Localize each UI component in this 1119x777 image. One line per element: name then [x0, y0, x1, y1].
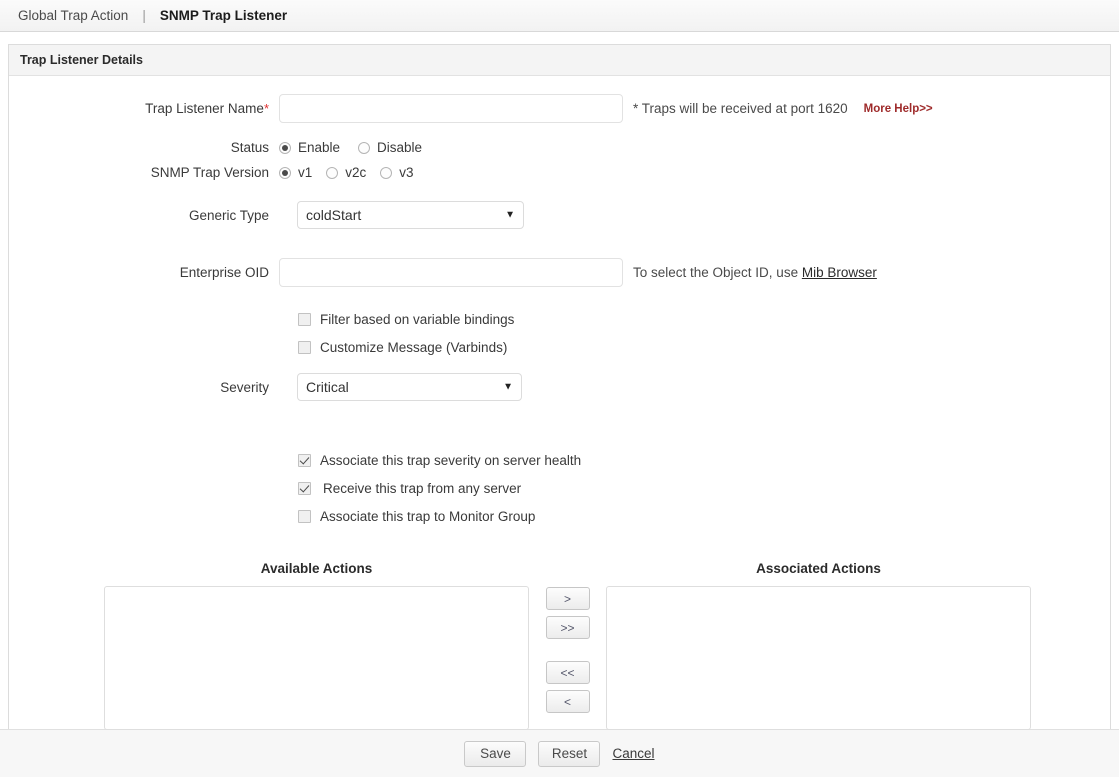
port-hint-text: * Traps will be received at port 1620 [633, 101, 848, 116]
associated-actions-listbox[interactable] [606, 586, 1031, 730]
required-asterisk: * [264, 101, 269, 116]
associated-actions-column: Associated Actions [606, 561, 1031, 730]
breadcrumb-parent-link[interactable]: Global Trap Action [18, 8, 128, 23]
breadcrumb: Global Trap Action | SNMP Trap Listener [0, 0, 1119, 32]
trap-listener-details-panel: Trap Listener Details Trap Listener Name… [8, 44, 1111, 729]
radio-enable-icon[interactable] [279, 142, 291, 154]
snmp-version-radio-group: v1 v2c v3 [279, 165, 414, 180]
enterprise-oid-label: Enterprise OID [9, 265, 279, 280]
filter-varbinds-checkbox[interactable] [298, 313, 311, 326]
associate-monitor-group-label: Associate this trap to Monitor Group [320, 509, 535, 524]
severity-select-wrap: Critical ▼ [297, 373, 522, 401]
available-actions-column: Available Actions [104, 561, 529, 730]
radio-v3-icon[interactable] [380, 167, 392, 179]
mib-hint-prefix: To select the Object ID, use [633, 265, 802, 280]
enterprise-oid-field-group: To select the Object ID, use Mib Browser [279, 258, 877, 287]
generic-type-select-wrap: coldStart ▼ [297, 201, 524, 229]
row-severity: Severity Critical ▼ [9, 373, 1110, 401]
row-enterprise-oid: Enterprise OID To select the Object ID, … [9, 258, 1110, 287]
row-filter-varbinds: Filter based on variable bindings [9, 312, 1110, 327]
snmp-trap-version-label: SNMP Trap Version [9, 165, 279, 180]
receive-any-server-checkbox[interactable] [298, 482, 311, 495]
associate-severity-health-checkbox-row[interactable]: Associate this trap severity on server h… [298, 453, 581, 468]
customize-message-checkbox[interactable] [298, 341, 311, 354]
trap-listener-name-label-text: Trap Listener Name [145, 101, 264, 116]
generic-type-select[interactable]: coldStart [297, 201, 524, 229]
available-actions-title: Available Actions [104, 561, 529, 576]
row-associate-severity-health: Associate this trap severity on server h… [9, 453, 1110, 468]
breadcrumb-separator: | [142, 8, 146, 23]
status-disable-label: Disable [377, 140, 422, 155]
row-status: Status Enable Disable [9, 140, 1110, 155]
status-radio-disable[interactable]: Disable [358, 140, 422, 155]
associated-actions-title: Associated Actions [606, 561, 1031, 576]
associate-severity-health-checkbox[interactable] [298, 454, 311, 467]
transfer-buttons: > >> << < [529, 561, 606, 713]
row-snmp-trap-version: SNMP Trap Version v1 v2c v3 [9, 165, 1110, 180]
associate-severity-health-label: Associate this trap severity on server h… [320, 453, 581, 468]
row-generic-type: Generic Type coldStart ▼ [9, 201, 1110, 229]
move-all-left-button[interactable]: << [546, 661, 590, 684]
severity-field-group: Critical ▼ [297, 373, 522, 401]
customize-message-checkbox-row[interactable]: Customize Message (Varbinds) [298, 340, 507, 355]
panel-spacer [0, 32, 1119, 44]
filter-varbinds-label: Filter based on variable bindings [320, 312, 514, 327]
panel-header: Trap Listener Details [9, 45, 1110, 76]
generic-type-field-group: coldStart ▼ [297, 201, 524, 229]
mib-hint-text: To select the Object ID, use Mib Browser [633, 265, 877, 280]
receive-any-server-label: Receive this trap from any server [323, 481, 521, 496]
trap-listener-name-input[interactable] [279, 94, 623, 123]
version-v2c-label: v2c [345, 165, 366, 180]
more-help-link[interactable]: More Help>> [864, 103, 933, 115]
severity-label: Severity [9, 380, 279, 395]
available-actions-listbox[interactable] [104, 586, 529, 730]
trap-listener-name-label: Trap Listener Name* [9, 101, 279, 116]
page-title: Trap Listener Details [20, 53, 143, 67]
save-button[interactable]: Save [464, 741, 526, 767]
row-receive-any-server: Receive this trap from any server [9, 481, 1110, 496]
enterprise-oid-input[interactable] [279, 258, 623, 287]
version-radio-v2c[interactable]: v2c [326, 165, 366, 180]
radio-v1-icon[interactable] [279, 167, 291, 179]
radio-disable-icon[interactable] [358, 142, 370, 154]
move-all-right-button[interactable]: >> [546, 616, 590, 639]
move-left-button[interactable]: < [546, 690, 590, 713]
generic-type-label: Generic Type [9, 208, 279, 223]
row-customize-message: Customize Message (Varbinds) [9, 340, 1110, 355]
mib-browser-link[interactable]: Mib Browser [802, 265, 877, 280]
version-radio-v3[interactable]: v3 [380, 165, 413, 180]
breadcrumb-current: SNMP Trap Listener [160, 8, 287, 23]
associate-monitor-group-checkbox[interactable] [298, 510, 311, 523]
associate-monitor-group-checkbox-row[interactable]: Associate this trap to Monitor Group [298, 509, 535, 524]
row-trap-listener-name: Trap Listener Name* * Traps will be rece… [9, 94, 1110, 123]
customize-message-label: Customize Message (Varbinds) [320, 340, 507, 355]
receive-any-server-checkbox-row[interactable]: Receive this trap from any server [298, 481, 521, 496]
status-radio-enable[interactable]: Enable [279, 140, 340, 155]
move-right-button[interactable]: > [546, 587, 590, 610]
trap-listener-name-field-group: * Traps will be received at port 1620 Mo… [279, 94, 933, 123]
row-associate-monitor-group: Associate this trap to Monitor Group [9, 509, 1110, 524]
severity-select[interactable]: Critical [297, 373, 522, 401]
version-v1-label: v1 [298, 165, 312, 180]
status-enable-label: Enable [298, 140, 340, 155]
actions-dual-list: Available Actions > >> << < Associated A… [9, 561, 1110, 730]
panel-body: Trap Listener Name* * Traps will be rece… [9, 76, 1110, 729]
footer-action-bar: Save Reset Cancel [0, 729, 1119, 777]
status-radio-group: Enable Disable [279, 140, 422, 155]
version-radio-v1[interactable]: v1 [279, 165, 312, 180]
status-label: Status [9, 140, 279, 155]
reset-button[interactable]: Reset [538, 741, 600, 767]
radio-v2c-icon[interactable] [326, 167, 338, 179]
filter-varbinds-checkbox-row[interactable]: Filter based on variable bindings [298, 312, 514, 327]
version-v3-label: v3 [399, 165, 413, 180]
cancel-link[interactable]: Cancel [612, 746, 654, 761]
